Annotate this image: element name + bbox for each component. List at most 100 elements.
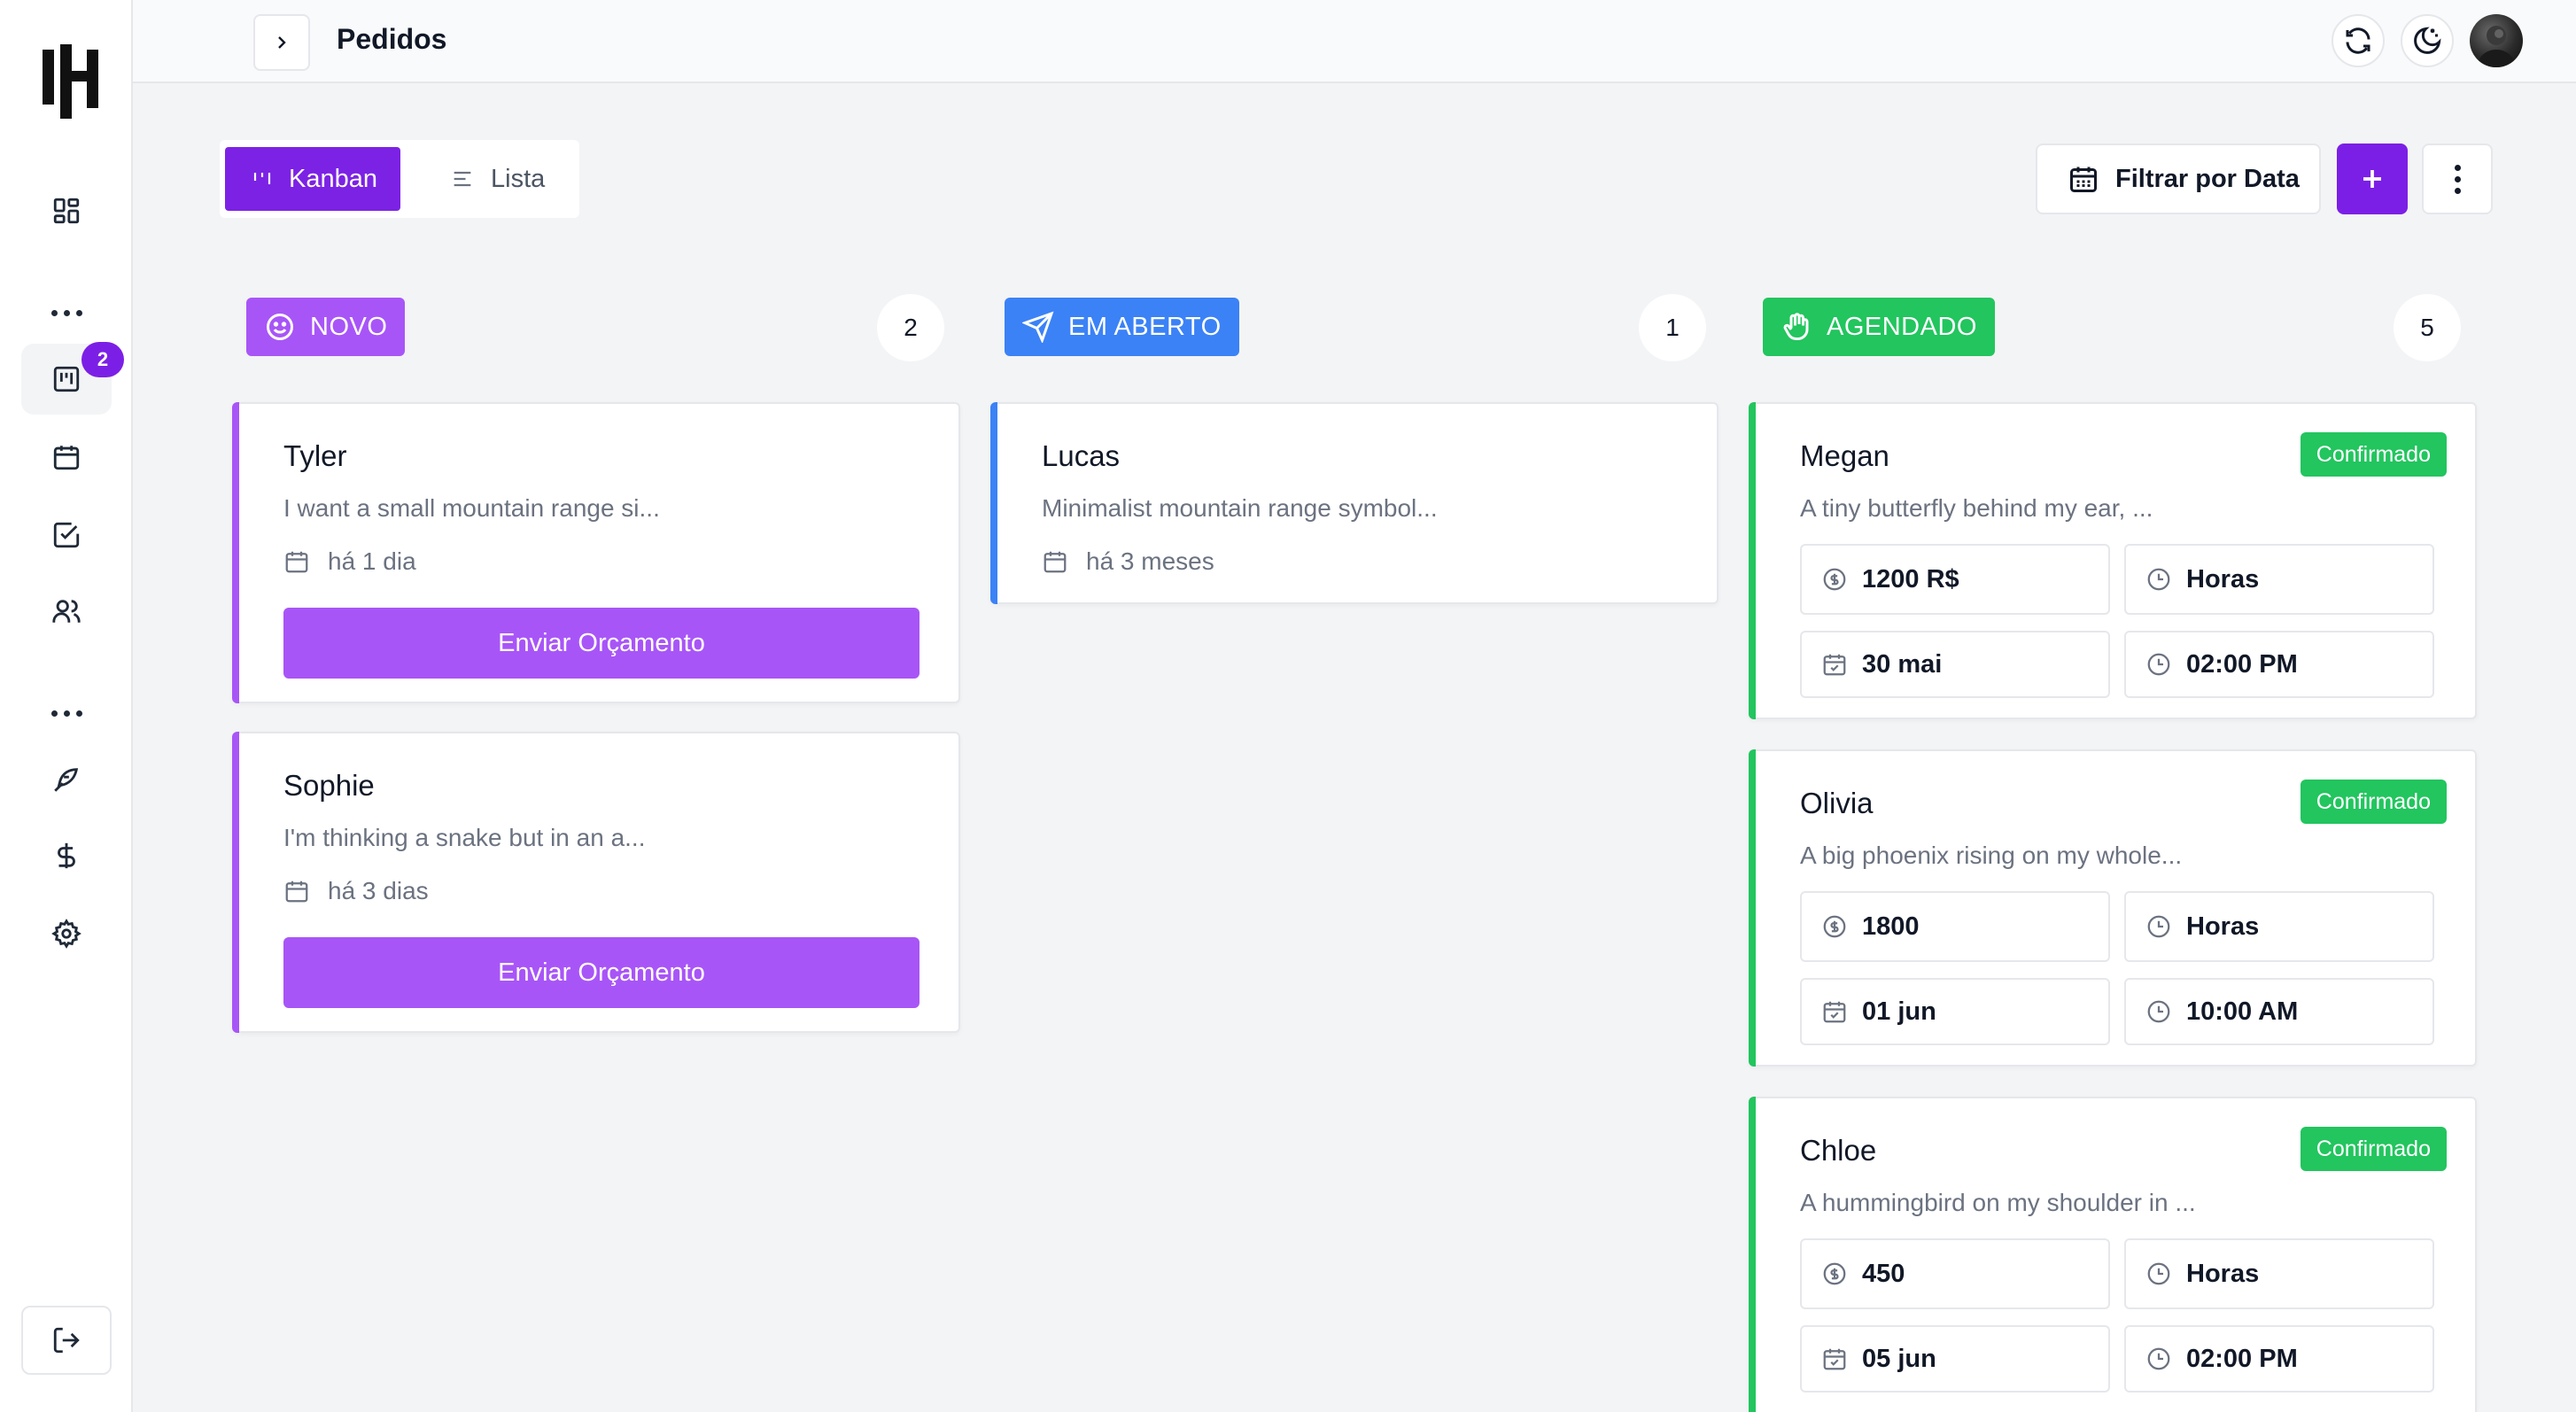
refresh-button[interactable] [2332, 14, 2385, 67]
smile-icon [264, 311, 296, 343]
price-field: 1200 R$ [1800, 544, 2110, 615]
order-card[interactable]: Sophie I'm thinking a snake but in an a.… [232, 732, 960, 1033]
order-card[interactable]: Megan Confirmado A tiny butterfly behind… [1749, 402, 2477, 719]
sidebar: 2 [0, 0, 133, 1412]
sidebar-item-clients[interactable] [21, 576, 112, 647]
page-title: Pedidos [337, 23, 447, 55]
client-name: Tyler [283, 439, 347, 472]
order-description: I want a small mountain range si... [283, 494, 660, 522]
order-description: A big phoenix rising on my whole... [1800, 842, 2183, 869]
order-date: há 1 dia [283, 547, 416, 576]
duration-field: Horas [2124, 1238, 2434, 1309]
date-field: 05 jun [1800, 1325, 2110, 1393]
calendar-icon [1042, 548, 1068, 575]
order-card[interactable]: Chloe Confirmado A hummingbird on my sho… [1749, 1097, 2477, 1412]
price-value: 1800 [1862, 912, 1920, 941]
duration-field: Horas [2124, 544, 2434, 615]
moon-icon [2411, 25, 2443, 57]
status-badge: Confirmado [2300, 1127, 2447, 1171]
duration-field: Horas [2124, 891, 2434, 962]
sidebar-toggle-button[interactable] [253, 14, 310, 71]
client-name: Chloe [1800, 1134, 1877, 1167]
column-count: 5 [2394, 294, 2461, 361]
plus-icon [2359, 166, 2386, 192]
time-field: 02:00 PM [2124, 1325, 2434, 1393]
clock-icon [2145, 1261, 2172, 1287]
card-accent [1749, 1097, 1756, 1412]
more-options-button[interactable] [2422, 144, 2493, 214]
logout-button[interactable] [21, 1306, 112, 1375]
column-count: 2 [877, 294, 944, 361]
order-card[interactable]: Lucas Minimalist mountain range symbol..… [990, 402, 1719, 604]
clock-icon [2145, 913, 2172, 940]
checkbox-icon [51, 520, 81, 550]
price-field: 1800 [1800, 891, 2110, 962]
sidebar-item-settings[interactable] [21, 898, 112, 969]
sidebar-item-tasks[interactable] [21, 500, 112, 570]
list-icon [450, 167, 475, 191]
order-date-text: há 3 meses [1086, 547, 1214, 575]
coin-icon [1821, 566, 1848, 593]
date-field: 30 mai [1800, 631, 2110, 698]
filter-by-date-button[interactable]: Filtrar por Data [2036, 144, 2321, 214]
add-order-button[interactable] [2337, 144, 2408, 214]
date-value: 05 jun [1862, 1344, 1936, 1373]
chevron-right-icon [271, 32, 292, 53]
order-card[interactable]: Tyler I want a small mountain range si..… [232, 402, 960, 703]
kanban-icon [252, 168, 273, 190]
column-label: EM ABERTO [1068, 312, 1222, 341]
send-quote-button[interactable]: Enviar Orçamento [283, 608, 919, 679]
client-name: Sophie [283, 769, 375, 802]
view-toggle: Kanban Lista [220, 140, 579, 218]
users-icon [51, 596, 81, 626]
notification-badge: 2 [81, 342, 124, 377]
feather-icon [51, 764, 81, 795]
order-date-text: há 1 dia [328, 547, 416, 575]
column-tag-em-aberto[interactable]: EM ABERTO [1005, 298, 1239, 356]
clock-icon [2145, 1346, 2172, 1372]
order-card[interactable]: Olivia Confirmado A big phoenix rising o… [1749, 749, 2477, 1067]
calendar-check-icon [1821, 1346, 1848, 1372]
sidebar-item-artist[interactable] [21, 744, 112, 815]
time-field: 02:00 PM [2124, 631, 2434, 698]
kanban-icon [51, 364, 81, 394]
card-accent [232, 402, 239, 703]
filter-by-date-label: Filtrar por Data [2115, 164, 2300, 193]
hand-icon [1781, 311, 1812, 343]
kanban-view-button[interactable]: Kanban [225, 147, 400, 211]
card-accent [1749, 402, 1756, 719]
app-logo[interactable] [43, 44, 103, 119]
sidebar-item-dashboard[interactable] [21, 175, 112, 246]
coin-icon [1821, 913, 1848, 940]
theme-toggle-button[interactable] [2401, 14, 2454, 67]
refresh-icon [2342, 25, 2374, 57]
time-value: 02:00 PM [2186, 1344, 2298, 1373]
user-avatar[interactable] [2470, 14, 2523, 67]
time-field: 10:00 AM [2124, 978, 2434, 1045]
column-tag-novo[interactable]: NOVO [246, 298, 406, 356]
order-date: há 3 dias [283, 877, 429, 905]
status-badge: Confirmado [2300, 432, 2447, 477]
send-quote-button[interactable]: Enviar Orçamento [283, 937, 919, 1008]
kanban-view-label: Kanban [289, 164, 377, 193]
sidebar-section-dots [21, 700, 112, 726]
price-field: 450 [1800, 1238, 2110, 1309]
calendar-check-icon [1821, 651, 1848, 678]
calendar-icon [51, 442, 81, 472]
dollar-icon [51, 841, 81, 871]
order-description: A tiny butterfly behind my ear, ... [1800, 494, 2153, 522]
column-header-novo: NOVO 2 [246, 294, 948, 361]
column-tag-agendado[interactable]: AGENDADO [1763, 298, 1995, 356]
sidebar-item-calendar[interactable] [21, 422, 112, 493]
order-description: Minimalist mountain range symbol... [1042, 494, 1438, 522]
clock-icon [2145, 566, 2172, 593]
clock-icon [2145, 651, 2172, 678]
duration-value: Horas [2186, 912, 2260, 941]
sidebar-item-finance[interactable] [21, 820, 112, 891]
calendar-icon [283, 878, 310, 904]
list-view-button[interactable]: Lista [450, 147, 574, 211]
clock-icon [2145, 998, 2172, 1025]
top-header: Pedidos [133, 0, 2576, 83]
send-icon [1022, 311, 1054, 343]
sidebar-section-dots [21, 299, 112, 326]
